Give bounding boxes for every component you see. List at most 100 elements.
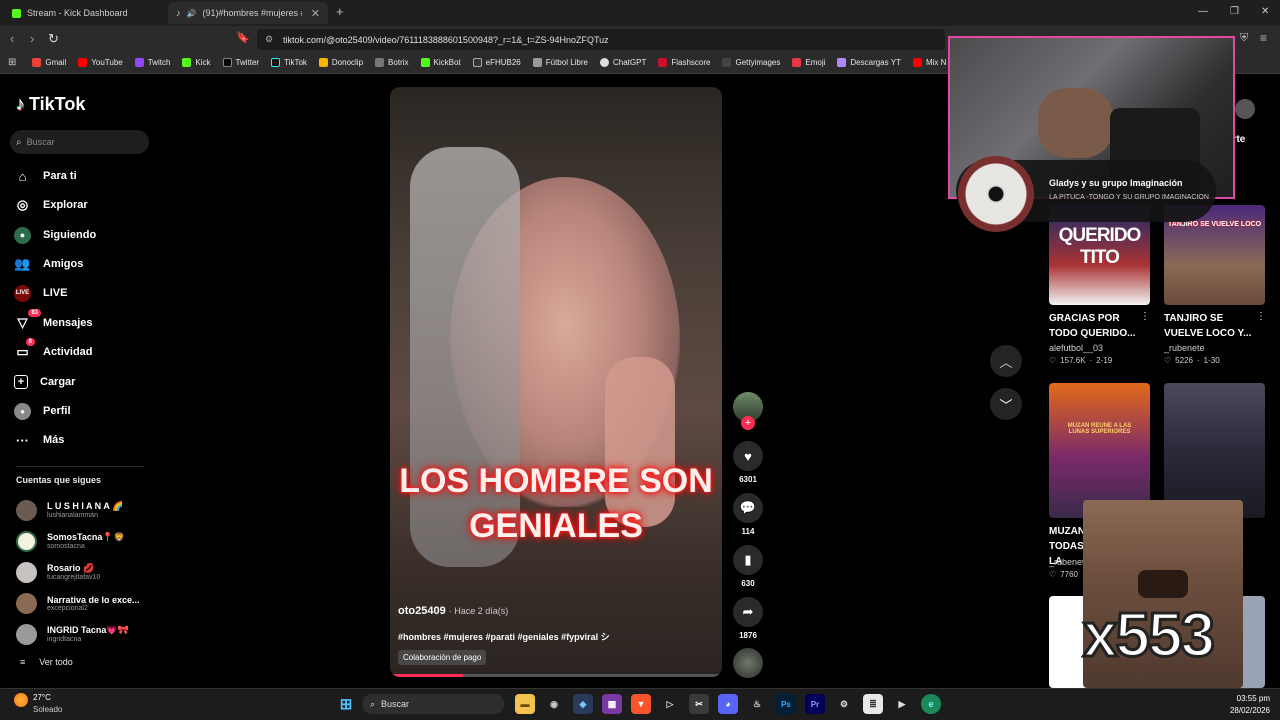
bookmark-icon[interactable]: 🔖 [236, 31, 250, 44]
nav-mas[interactable]: ··· Más [14, 430, 64, 450]
bookmark-botrix[interactable]: Botrix [369, 58, 414, 67]
sound-disc[interactable] [733, 648, 763, 678]
video-author[interactable]: _rubenete [1164, 343, 1205, 353]
bookmark-tiktok[interactable]: TikTok [265, 58, 313, 67]
nav-explorar[interactable]: ◎ Explorar [14, 195, 88, 215]
weather-temp[interactable]: 27°C [33, 693, 51, 702]
app-icon[interactable]: ◆ [573, 694, 593, 714]
user-avatar[interactable] [1235, 99, 1255, 119]
avatar [16, 561, 37, 583]
close-tab-icon[interactable]: ✕ [311, 7, 320, 20]
steam-icon[interactable]: ♨ [747, 694, 767, 714]
tiktok-logo[interactable]: ♪ TikTok [16, 94, 85, 115]
capcut-icon[interactable]: ✂ [689, 694, 709, 714]
share-button[interactable]: ➦ 1876 [733, 597, 763, 640]
nav-actividad[interactable]: ▭ 8 Actividad [14, 337, 93, 362]
more-options-icon[interactable]: ⋮ [1140, 311, 1150, 322]
nav-perfil[interactable]: ● Perfil [14, 401, 71, 421]
video-caption[interactable]: #hombres #mujeres #parati #geniales #fyp… [398, 630, 610, 643]
video-title[interactable]: TANJIRO SE VUELVE LOCO Y... [1164, 311, 1265, 341]
shield-icon[interactable]: ⛨ [1240, 32, 1248, 45]
save-button[interactable]: ▮ 630 [733, 545, 763, 588]
comment-button[interactable]: 💬 114 [733, 493, 763, 536]
back-icon[interactable]: ‹ [10, 31, 14, 46]
followed-account[interactable]: Narrativa de lo exce... excepcional2 [16, 591, 140, 615]
url-field[interactable]: ⚙ tiktok.com/@oto25409/video/76111838886… [257, 29, 945, 50]
streamlabs-icon[interactable]: ▦ [602, 694, 622, 714]
tab-tiktok[interactable]: ♪ 🔊 (91)#hombres #mujeres #parat ✕ [168, 2, 328, 24]
new-tab-button[interactable]: + [336, 4, 344, 19]
site-settings-icon[interactable]: ⚙ [265, 34, 273, 45]
forward-icon[interactable]: › [30, 31, 34, 46]
next-video-button[interactable]: ﹀ [990, 388, 1022, 420]
nav-siguiendo[interactable]: ● Siguiendo [14, 225, 96, 245]
activity-badge: 8 [25, 337, 35, 346]
like-button[interactable]: ♥ 6301 [733, 441, 763, 484]
bookmark-gmail[interactable]: Gmail [26, 58, 72, 67]
weather-sun-icon[interactable] [14, 693, 28, 707]
video-author[interactable]: alefutbol__03 [1049, 343, 1103, 353]
notepad-icon[interactable]: ≣ [863, 694, 883, 714]
bookmark-chatgpt[interactable]: ChatGPT [594, 58, 652, 67]
edge-icon[interactable]: e [921, 694, 941, 714]
video-progress-bar[interactable] [390, 674, 722, 677]
search-input[interactable]: ⌕ Buscar [10, 130, 149, 154]
followed-account[interactable]: SomosTacna📍🦁 somostacna [16, 529, 125, 553]
player-icon[interactable]: ▶ [892, 694, 912, 714]
bookmark-emoji[interactable]: Emoji [786, 58, 831, 67]
see-all-link[interactable]: ≡ Ver todo [20, 657, 73, 667]
bookmark-kickbot[interactable]: KickBot [415, 58, 467, 67]
video-author[interactable]: oto25409 · Hace 2 día(s) [398, 605, 508, 617]
premiere-icon[interactable]: Pr [805, 694, 825, 714]
bookmark-twitter[interactable]: Twitter [217, 58, 266, 67]
meme-mouth [1138, 570, 1188, 598]
minimize-icon[interactable]: — [1198, 6, 1208, 17]
restore-icon[interactable]: ❐ [1230, 6, 1239, 17]
media-player-icon[interactable]: ▷ [660, 694, 680, 714]
chevron-down-icon: ﹀ [999, 397, 1013, 413]
close-window-icon[interactable]: ✕ [1261, 6, 1269, 17]
tab-kick-dashboard[interactable]: Stream - Kick Dashboard [4, 2, 164, 24]
brave-browser-icon[interactable]: ▼ [631, 694, 651, 714]
settings-icon[interactable]: ⚙ [834, 694, 854, 714]
file-explorer-icon[interactable]: ▬ [515, 694, 535, 714]
followed-account[interactable]: L U S H I A N A 🌈 lushianalamman [16, 498, 123, 522]
clock-date[interactable]: 28/02/2026 [1200, 706, 1270, 715]
photoshop-icon[interactable]: Ps [776, 694, 796, 714]
discord-icon[interactable]: ◕ [718, 694, 738, 714]
bookmark-descargas-yt[interactable]: Descargas YT [831, 58, 907, 67]
nav-live[interactable]: LIVE LIVE [14, 283, 67, 303]
bookmark-gettyimages[interactable]: Gettyimages [716, 58, 786, 67]
nav-cargar[interactable]: + Cargar [14, 372, 75, 392]
bookmark-twitch[interactable]: Twitch [129, 58, 177, 67]
now-playing-title: Gladys y su grupo Imaginación [1049, 178, 1183, 188]
clock-time[interactable]: 03:55 pm [1200, 694, 1270, 703]
video-thumbnail[interactable] [1164, 383, 1265, 518]
more-options-icon[interactable]: ⋮ [1256, 311, 1266, 322]
menu-icon[interactable]: ≡ [1260, 31, 1267, 45]
bookmark-efhub[interactable]: eFHUB26 [467, 58, 527, 67]
previous-video-button[interactable]: ︿ [990, 345, 1022, 377]
follow-plus-icon[interactable]: + [741, 416, 755, 430]
followed-account[interactable]: INGRID Tacna💗🎀 ingridtacna [16, 622, 129, 646]
video-player[interactable]: LOS HOMBRE SON GENIALES oto25409 · Hace … [390, 87, 722, 677]
windows-start-icon[interactable]: ⊞ [336, 694, 356, 714]
obs-icon[interactable]: ◉ [544, 694, 564, 714]
bookmark-youtube[interactable]: YouTube [72, 58, 128, 67]
bookmark-kick[interactable]: Kick [176, 58, 216, 67]
bookmark-mix[interactable]: Mix N [907, 58, 952, 67]
apps-grid-icon[interactable]: ⊞ [8, 57, 16, 68]
creator-avatar[interactable]: + [733, 392, 763, 430]
video-thumbnail[interactable]: MUZAN REUNE A LAS LUNAS SUPERIORES [1049, 383, 1150, 518]
bookmark-futbol-libre[interactable]: Fútbol Libre [527, 58, 594, 67]
avatar [16, 623, 37, 645]
video-title[interactable]: GRACIAS POR TODO QUERIDO... [1049, 311, 1150, 341]
nav-amigos[interactable]: 👥 Amigos [14, 254, 83, 274]
reload-icon[interactable]: ↻ [48, 31, 59, 47]
nav-para-ti[interactable]: ⌂ Para ti [14, 166, 77, 186]
bookmark-donoclip[interactable]: Donoclip [313, 58, 369, 67]
followed-account[interactable]: Rosario 💋 tucangrejitafav10 [16, 560, 100, 584]
nav-mensajes[interactable]: ▽ 83 Mensajes [14, 308, 93, 333]
taskbar-search[interactable]: ⌕ Buscar [362, 694, 504, 714]
bookmark-flashscore[interactable]: Flashscore [652, 58, 716, 67]
